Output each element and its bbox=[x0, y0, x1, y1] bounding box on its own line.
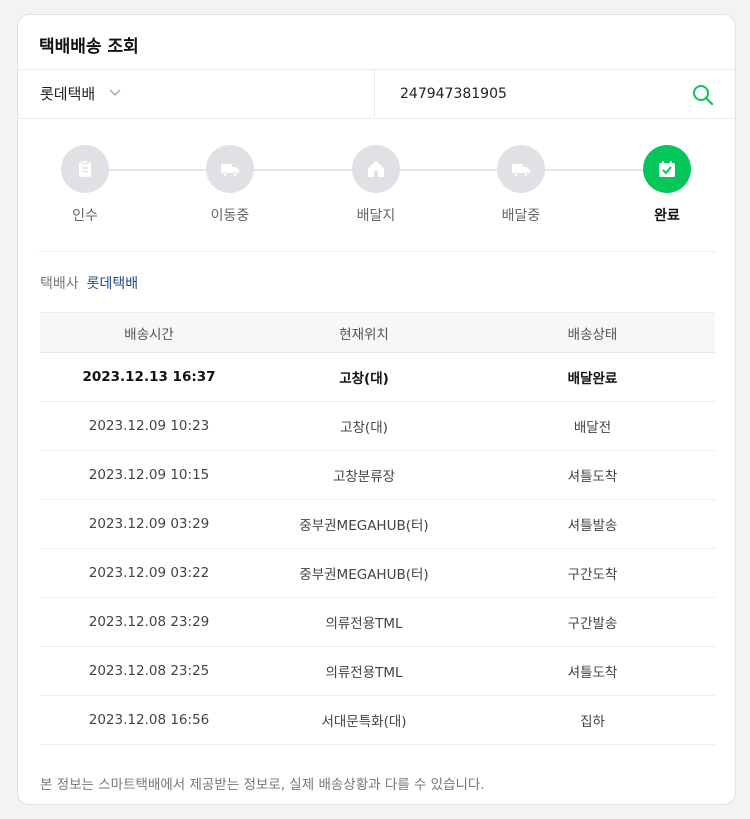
cell-status: 배달완료 bbox=[470, 352, 715, 402]
cell-status: 셔틀도착 bbox=[470, 646, 715, 696]
step-circle bbox=[497, 145, 545, 193]
courier-name: 롯데택배 bbox=[86, 276, 139, 292]
table-row: 2023.12.08 23:29 의류전용TML 구간발송 bbox=[40, 597, 715, 647]
step-circle bbox=[61, 145, 109, 193]
tracking-history-table: 배송시간 현재위치 배송상태 2023.12.13 16:37 고창(대) 배달… bbox=[40, 312, 715, 745]
cell-status: 셔틀발송 bbox=[470, 499, 715, 549]
step-circle bbox=[352, 145, 400, 193]
cell-time: 2023.12.08 23:25 bbox=[40, 646, 258, 696]
cell-location: 고창(대) bbox=[258, 401, 470, 451]
cell-location: 고창분류장 bbox=[258, 450, 470, 500]
table-row: 2023.12.08 23:25 의류전용TML 셔틀도착 bbox=[40, 646, 715, 696]
step-label: 인수 bbox=[72, 208, 98, 224]
cell-time: 2023.12.09 10:23 bbox=[40, 401, 258, 451]
cell-location: 의류전용TML bbox=[258, 646, 470, 696]
cell-time: 2023.12.09 03:29 bbox=[40, 499, 258, 549]
table-row: 2023.12.09 10:23 고창(대) 배달전 bbox=[40, 401, 715, 451]
step-label: 배달지 bbox=[356, 208, 396, 224]
page-title: 택배배송 조회 bbox=[39, 37, 139, 57]
cell-status: 집하 bbox=[470, 695, 715, 745]
cell-location: 중부권MEGAHUB(터) bbox=[258, 548, 470, 598]
header-location: 현재위치 bbox=[258, 312, 470, 353]
step-circle bbox=[206, 145, 254, 193]
table-row: 2023.12.09 10:15 고창분류장 셔틀도착 bbox=[40, 450, 715, 500]
step-destination: 배달지 bbox=[336, 145, 416, 225]
cell-status: 배달전 bbox=[470, 401, 715, 451]
step-in-transit: 이동중 bbox=[190, 145, 270, 225]
table-row: 2023.12.09 03:29 중부권MEGAHUB(터) 셔틀발송 bbox=[40, 499, 715, 549]
divider bbox=[39, 251, 716, 252]
cell-time: 2023.12.08 16:56 bbox=[40, 695, 258, 745]
search-icon[interactable] bbox=[690, 82, 716, 108]
cell-time: 2023.12.08 23:29 bbox=[40, 597, 258, 647]
table-row: 2023.12.13 16:37 고창(대) 배달완료 bbox=[40, 352, 715, 402]
cell-time: 2023.12.13 16:37 bbox=[40, 352, 258, 402]
courier-label: 택배사 bbox=[40, 276, 79, 292]
disclaimer-text: 본 정보는 스마트택배에서 제공받는 정보로, 실제 배송상황과 다를 수 있습… bbox=[40, 777, 485, 793]
carrier-dropdown[interactable]: 롯데택배 bbox=[18, 70, 375, 118]
carrier-selected-value: 롯데택배 bbox=[40, 85, 96, 103]
delivery-truck-icon bbox=[512, 164, 530, 177]
clipboard-icon bbox=[79, 160, 91, 177]
table-row: 2023.12.08 16:56 서대문특화(대) 집하 bbox=[40, 695, 715, 745]
header-time: 배송시간 bbox=[40, 312, 258, 353]
chevron-down-icon bbox=[109, 89, 121, 97]
step-completed: 완료 bbox=[627, 145, 707, 225]
cell-status: 셔틀도착 bbox=[470, 450, 715, 500]
step-label: 배달중 bbox=[501, 208, 541, 224]
calendar-check-icon bbox=[659, 161, 675, 177]
step-circle bbox=[643, 145, 691, 193]
table-row: 2023.12.09 03:22 중부권MEGAHUB(터) 구간도착 bbox=[40, 548, 715, 598]
cell-location: 중부권MEGAHUB(터) bbox=[258, 499, 470, 549]
step-label: 이동중 bbox=[210, 208, 250, 224]
step-received: 인수 bbox=[45, 145, 125, 225]
tracking-number-input[interactable] bbox=[400, 82, 680, 106]
cell-time: 2023.12.09 03:22 bbox=[40, 548, 258, 598]
truck-icon bbox=[221, 164, 239, 177]
cell-location: 고창(대) bbox=[258, 352, 470, 402]
step-label: 완료 bbox=[654, 208, 680, 224]
step-out-for-delivery: 배달중 bbox=[481, 145, 561, 225]
delivery-progress: 인수 이동중 배달지 배달중 완료 bbox=[18, 119, 735, 251]
house-icon bbox=[368, 161, 384, 177]
cell-status: 구간도착 bbox=[470, 548, 715, 598]
cell-status: 구간발송 bbox=[470, 597, 715, 647]
cell-location: 서대문특화(대) bbox=[258, 695, 470, 745]
table-header-row: 배송시간 현재위치 배송상태 bbox=[40, 312, 715, 353]
tracking-card: 택배배송 조회 롯데택배 인수 bbox=[17, 14, 736, 805]
courier-company: 택배사 롯데택배 bbox=[40, 273, 138, 293]
header-status: 배송상태 bbox=[470, 312, 715, 353]
search-bar: 롯데택배 bbox=[18, 69, 735, 119]
cell-time: 2023.12.09 10:15 bbox=[40, 450, 258, 500]
cell-location: 의류전용TML bbox=[258, 597, 470, 647]
